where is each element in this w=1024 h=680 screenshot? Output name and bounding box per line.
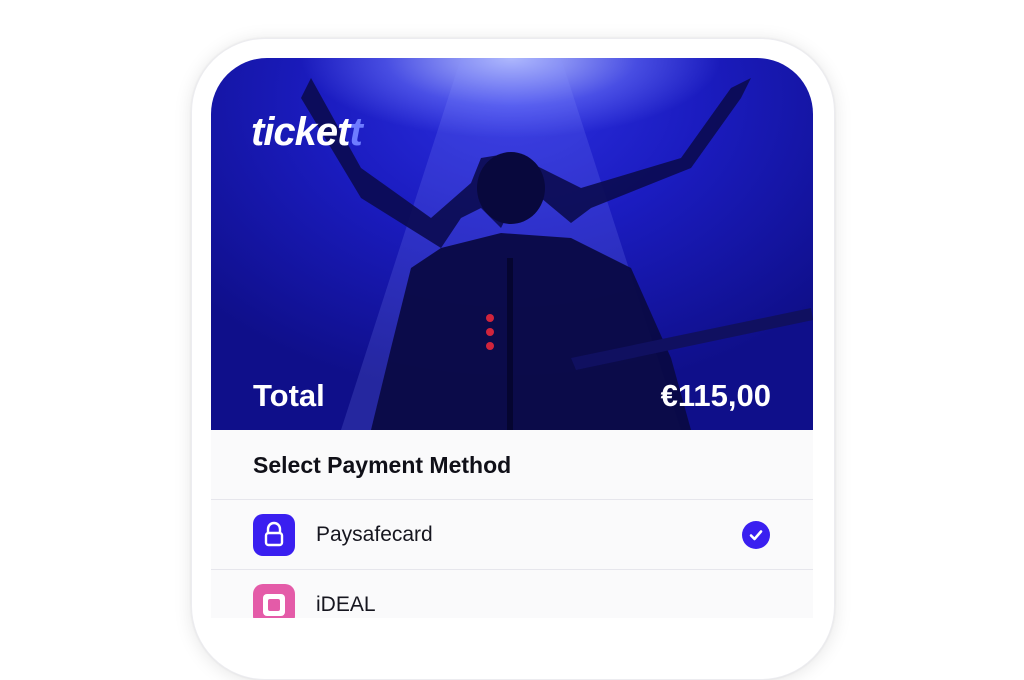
payment-section-title: Select Payment Method [253,452,512,478]
lock-icon [253,514,295,556]
checkout-screen: tickett Total €115,00 Select Payment Met… [211,58,813,618]
payment-method-paysafecard[interactable]: Paysafecard [211,500,813,570]
payment-method-ideal[interactable]: iDEAL [211,570,813,618]
brand-logo: tickett [251,110,363,154]
total-amount: €115,00 [660,378,771,413]
payment-method-label: iDEAL [316,593,376,616]
payment-method-label: Paysafecard [316,523,433,546]
selected-check-icon[interactable] [742,521,770,549]
event-hero-image: tickett Total €115,00 [211,58,813,430]
total-label: Total [253,378,325,413]
ideal-icon [253,584,295,618]
